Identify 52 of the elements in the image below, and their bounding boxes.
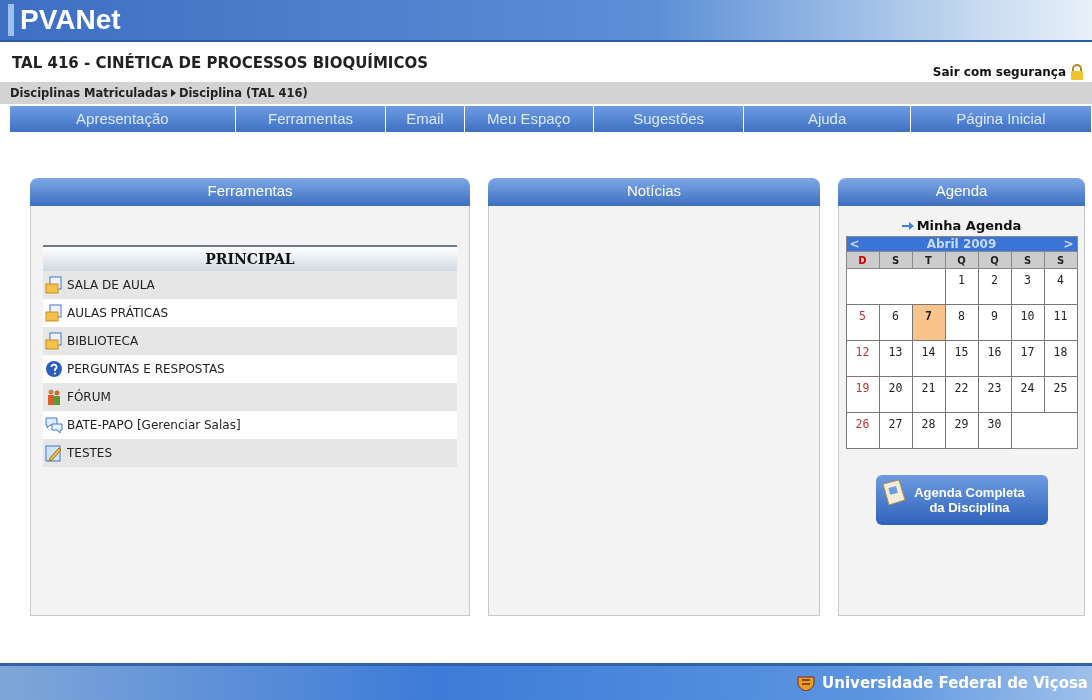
logo: PVANet (8, 4, 121, 36)
weekday-label: Q (978, 251, 1011, 269)
menu-label: FÓRUM (67, 390, 111, 404)
section-header: PRINCIPAL (43, 245, 457, 271)
weekday-label: S (1011, 251, 1044, 269)
menu-item[interactable]: BATE-PAPO [Gerenciar Salas] (43, 411, 457, 439)
calendar-day[interactable]: 7 (912, 304, 945, 341)
calendar-day[interactable]: 12 (846, 340, 879, 377)
weekday-label: S (1044, 251, 1077, 269)
panel-header: Agenda (838, 178, 1085, 206)
menu-label: TESTES (67, 446, 113, 460)
menu-label: BATE-PAPO [Gerenciar Salas] (67, 418, 241, 432)
folder-icon (45, 332, 63, 350)
month-title: Abril 2009 (926, 237, 997, 251)
menu-item[interactable]: AULAS PRÁTICAS (43, 299, 457, 327)
logout-link[interactable]: Sair com segurança (932, 64, 1084, 80)
menu-item[interactable]: BIBLIOTECA (43, 327, 457, 355)
chat-icon (45, 416, 63, 434)
menu-item[interactable]: FÓRUM (43, 383, 457, 411)
weekday-label: Q (945, 251, 978, 269)
arrow-icon (901, 221, 914, 230)
calendar-day[interactable]: 26 (846, 412, 879, 449)
menu-label: BIBLIOTECA (67, 334, 139, 348)
menu-item[interactable]: TESTES (43, 439, 457, 467)
calendar-day[interactable]: 19 (846, 376, 879, 413)
help-icon (45, 360, 63, 378)
weekday-label: S (879, 251, 912, 269)
folder-icon (45, 304, 63, 322)
panel-header: Ferramentas (30, 178, 470, 206)
emblem-icon (796, 675, 817, 691)
menu-item[interactable]: SALA DE AULA (43, 271, 457, 299)
menu-item[interactable]: PERGUNTAS E RESPOSTAS (43, 355, 457, 383)
calendar-day[interactable]: 6 (879, 304, 912, 341)
breadcrumb-link[interactable]: Disciplina (TAL 416) (178, 86, 308, 100)
weekday-label: T (912, 251, 945, 269)
agenda-link[interactable]: Minha Agenda (901, 218, 1022, 233)
folder-icon (45, 276, 63, 294)
caret-icon (170, 89, 176, 97)
breadcrumb-link[interactable]: Disciplinas Matriculadas (10, 86, 168, 100)
panel-header: Notícias (488, 178, 820, 206)
menu-label: SALA DE AULA (67, 278, 155, 292)
university-name: Universidade Federal de Viçosa (822, 674, 1088, 692)
people-icon (45, 388, 63, 406)
menu-label: AULAS PRÁTICAS (67, 306, 169, 320)
calendar-day[interactable]: 5 (846, 304, 879, 341)
agenda-button[interactable]: Agenda Completa da Disciplina (875, 475, 1048, 525)
menu-label: PERGUNTAS E RESPOSTAS (67, 362, 225, 376)
calendar-day[interactable]: 1 (945, 268, 978, 305)
course-title: TAL 416 - CINÉTICA DE PROCESSOS BIOQUÍMICOS (12, 54, 428, 72)
pencil-icon (45, 444, 63, 462)
weekday-label: D (846, 251, 879, 269)
lock-icon (1070, 64, 1084, 80)
